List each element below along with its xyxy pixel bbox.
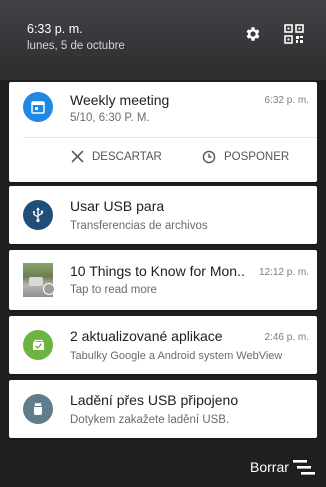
clear-all-label[interactable]: Borrar (250, 459, 289, 475)
dismiss-label: DESCARTAR (92, 150, 162, 163)
notification-card-usb-debugging[interactable]: Ladění přes USB připojeno Dotykem zakaže… (9, 380, 317, 438)
notification-title: Ladění přes USB připojeno (70, 392, 239, 408)
android-debug-icon (23, 394, 53, 424)
notification-title: Usar USB para (70, 198, 165, 214)
close-icon (71, 150, 84, 163)
news-thumbnail (23, 263, 55, 297)
notification-card-app-updates[interactable]: 2 aktualizované aplikace Tabulky Google … (9, 316, 317, 374)
notification-subtitle: Dotykem zakažete ladění USB. (70, 414, 230, 426)
notification-subtitle: Tabulky Google a Android system WebView (70, 350, 283, 362)
snooze-label: POSPONER (224, 151, 290, 163)
notification-card-weekly-meeting[interactable]: Weekly meeting 5/10, 6:30 P. M. 6:32 p. … (9, 82, 317, 182)
notification-subtitle: Tap to read more (70, 284, 157, 296)
clock-icon (202, 150, 216, 164)
usb-icon (23, 200, 53, 230)
clear-all-icon[interactable] (293, 458, 315, 476)
notification-subtitle: 5/10, 6:30 P. M. (70, 112, 150, 124)
divider (23, 137, 317, 138)
settings-gear-icon[interactable] (244, 25, 262, 43)
notification-title: 2 aktualizované aplikace (70, 328, 223, 344)
notification-title: Weekly meeting (70, 92, 170, 108)
clock-time: 6:33 p. m. (27, 22, 83, 36)
dismiss-button[interactable]: DESCARTAR (71, 150, 162, 163)
notification-time: 6:32 p. m. (264, 95, 309, 106)
calendar-icon (23, 92, 53, 122)
date-label[interactable]: lunes, 5 de octubre (27, 40, 125, 52)
notification-card-news[interactable]: 10 Things to Know for Mon.. Tap to read … (9, 250, 317, 310)
notification-title: 10 Things to Know for Mon.. (70, 263, 245, 279)
update-check-icon (23, 330, 53, 360)
quick-settings-icon[interactable] (284, 24, 304, 44)
notification-subtitle: Transferencias de archivos (70, 220, 208, 232)
snooze-button[interactable]: POSPONER (202, 150, 289, 164)
notification-card-usb[interactable]: Usar USB para Transferencias de archivos (9, 186, 317, 244)
notification-time: 12:12 p. m. (258, 267, 309, 278)
notification-time: 2:46 p. m. (264, 332, 309, 343)
